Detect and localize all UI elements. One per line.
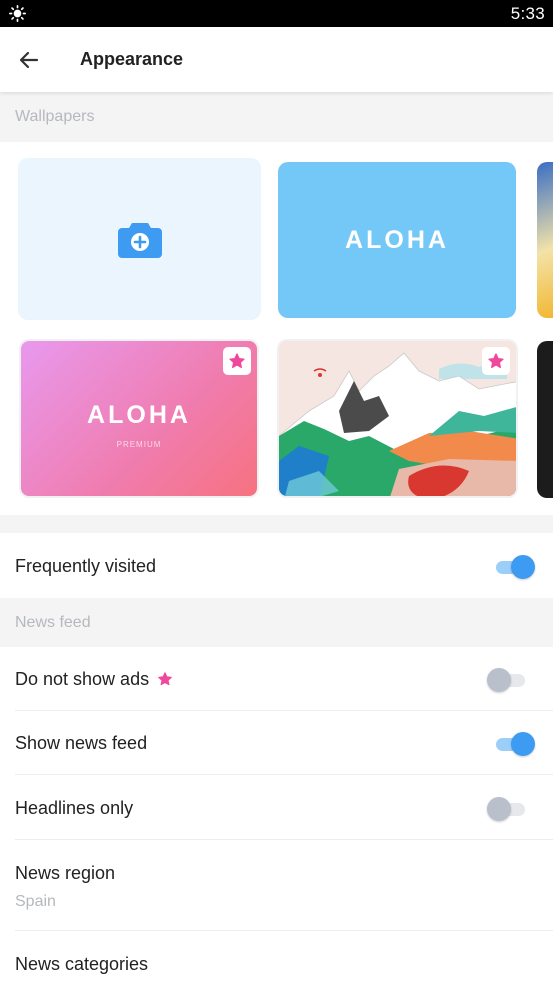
row-headlines-only[interactable]: Headlines only	[0, 775, 553, 840]
wallpaper-tile-partial[interactable]	[537, 162, 553, 318]
section-header-wallpapers: Wallpapers	[0, 92, 553, 142]
row-label: Do not show ads	[15, 669, 173, 690]
row-frequently-visited[interactable]: Frequently visited	[0, 533, 553, 598]
toggle-knob	[511, 732, 535, 756]
row-do-not-show-ads[interactable]: Do not show ads	[0, 647, 553, 711]
status-bar: 5:33	[0, 0, 553, 27]
row-label: Show news feed	[15, 733, 148, 753]
arrow-left-icon	[19, 51, 39, 69]
camera-plus-icon	[117, 223, 162, 258]
wallpaper-grid: ALOHA ALOHA PREMIUM	[0, 142, 553, 515]
row-label: Headlines only	[15, 798, 134, 818]
row-label-text: Do not show ads	[15, 669, 150, 689]
wallpaper-label: ALOHA	[345, 225, 449, 254]
premium-badge	[223, 347, 251, 375]
toggle-knob	[487, 797, 511, 821]
news-region-value: Spain	[15, 893, 56, 910]
add-wallpaper-tile[interactable]	[18, 158, 261, 320]
star-icon	[488, 353, 504, 369]
back-button[interactable]	[12, 43, 46, 77]
star-icon	[229, 353, 245, 369]
star-icon	[158, 672, 172, 686]
premium-badge	[482, 347, 510, 375]
section-spacer	[0, 515, 553, 533]
wallpaper-aloha-premium[interactable]: ALOHA PREMIUM	[19, 339, 259, 498]
wallpaper-aloha-blue[interactable]: ALOHA	[278, 162, 516, 318]
do-not-show-ads-toggle[interactable]	[487, 668, 529, 692]
page-title: Appearance	[80, 49, 184, 69]
wallpaper-tile-partial[interactable]	[537, 341, 553, 498]
row-news-categories[interactable]: News categories	[0, 931, 553, 992]
toggle-knob	[487, 668, 511, 692]
row-label: News region	[15, 863, 116, 883]
wallpaper-label: ALOHA	[87, 401, 191, 429]
row-label: News categories	[15, 954, 149, 974]
wallpaper-landscape-art[interactable]	[277, 339, 518, 498]
frequently-visited-toggle[interactable]	[494, 555, 536, 579]
wallpaper-sublabel: PREMIUM	[116, 440, 162, 449]
headlines-only-toggle[interactable]	[487, 797, 529, 821]
show-news-feed-toggle[interactable]	[494, 732, 536, 756]
brightness-icon	[9, 5, 26, 22]
row-news-region[interactable]: News region Spain	[0, 840, 553, 931]
status-clock: 5:33	[510, 4, 545, 23]
row-label: Frequently visited	[15, 556, 157, 576]
row-show-news-feed[interactable]: Show news feed	[0, 711, 553, 775]
toggle-knob	[511, 555, 535, 579]
app-bar: Appearance	[0, 27, 553, 92]
section-header-news-feed: News feed	[0, 598, 553, 647]
